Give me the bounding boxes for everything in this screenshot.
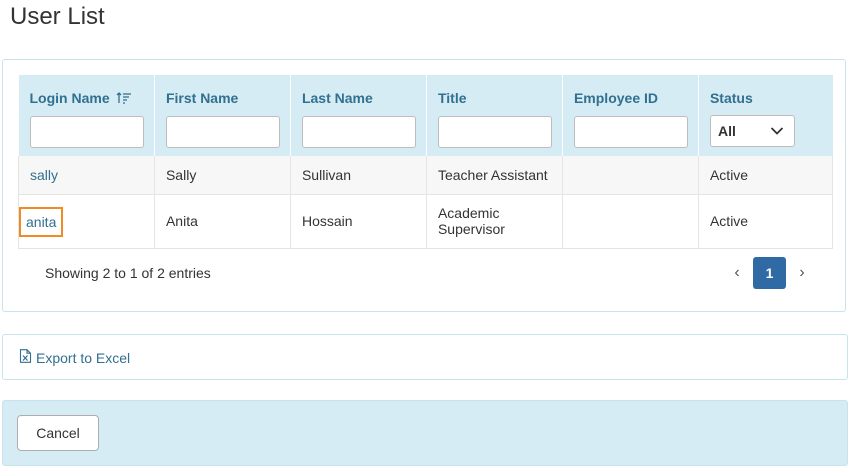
employee-id-filter-input[interactable] (573, 116, 688, 148)
pager-prev-button[interactable]: ‹ (721, 257, 753, 289)
table-footer: Showing 2 to 1 of 2 entries ‹ 1 › (18, 256, 833, 290)
last-name-filter-input[interactable] (301, 116, 416, 148)
cell-login: anita (18, 194, 155, 249)
entries-info: Showing 2 to 1 of 2 entries (45, 265, 211, 281)
title-filter-input[interactable] (437, 116, 552, 148)
cell-status: Active (698, 194, 834, 249)
pager-next-button[interactable]: › (786, 257, 818, 289)
login-name-filter-input[interactable] (29, 116, 144, 148)
column-label[interactable]: First Name (166, 88, 280, 108)
column-employee-id: Employee ID (562, 75, 699, 156)
title-text: Academic Supervisor (437, 205, 505, 237)
cell-employee-id (562, 194, 699, 249)
cell-employee-id (562, 156, 699, 195)
column-last-name: Last Name (290, 75, 427, 156)
chevron-down-icon (770, 123, 784, 139)
column-first-name: First Name (154, 75, 291, 156)
column-label[interactable]: Status (710, 88, 823, 108)
column-login-name: Login Name (18, 75, 155, 156)
column-label[interactable]: Employee ID (574, 88, 688, 108)
sort-icon[interactable] (116, 91, 132, 105)
status-select-value: All (717, 123, 736, 139)
column-label[interactable]: Last Name (302, 88, 416, 108)
user-table: Login Name First Name Last Name Title Em… (18, 75, 834, 249)
cell-first-name: Sally (154, 156, 291, 195)
export-label: Export to Excel (36, 349, 131, 366)
export-panel: Export to Excel (2, 334, 848, 380)
cancel-button[interactable]: Cancel (17, 415, 99, 451)
page-title: User List (10, 3, 105, 30)
cell-last-name: Hossain (290, 194, 427, 249)
table-row: sally Sally Sullivan Teacher Assistant A… (18, 156, 834, 195)
cell-title: Teacher Assistant (426, 156, 563, 195)
table-row: anita Anita Hossain Academic Supervisor … (18, 194, 834, 249)
user-link-sally[interactable]: sally (30, 167, 58, 183)
cell-status: Active (698, 156, 834, 195)
column-status: Status All (698, 75, 833, 156)
column-label[interactable]: Login Name (30, 90, 110, 106)
first-name-filter-input[interactable] (165, 116, 280, 148)
excel-file-icon (19, 349, 32, 366)
cell-last-name: Sullivan (290, 156, 427, 195)
status-filter-select[interactable]: All (709, 115, 795, 147)
export-to-excel-link[interactable]: Export to Excel (19, 349, 130, 366)
pager-page-current[interactable]: 1 (753, 257, 786, 289)
table-header-row: Login Name First Name Last Name Title Em… (18, 75, 833, 156)
pagination: ‹ 1 › (721, 256, 818, 290)
cell-login: sally (18, 156, 155, 195)
cell-title: Academic Supervisor (426, 194, 563, 249)
cell-first-name: Anita (154, 194, 291, 249)
column-title: Title (426, 75, 563, 156)
action-panel: Cancel (2, 400, 848, 466)
user-list-panel: Login Name First Name Last Name Title Em… (2, 59, 846, 312)
column-label[interactable]: Title (438, 88, 552, 108)
user-link-anita[interactable]: anita (18, 206, 64, 237)
